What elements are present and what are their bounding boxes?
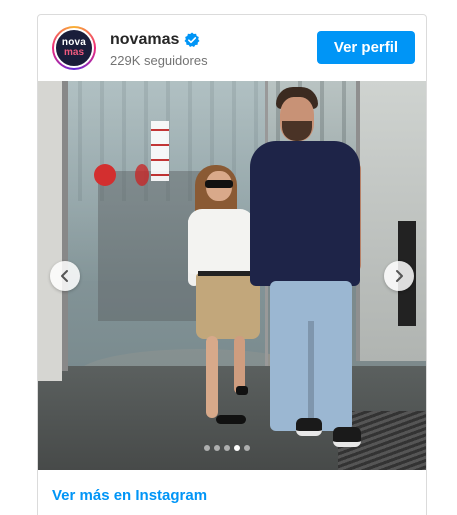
follower-count: 229K seguidores [110,53,208,68]
carousel-dot[interactable] [234,445,240,451]
carousel-dot[interactable] [244,445,250,451]
carousel-next-button[interactable] [384,261,414,291]
woman-sunglasses [205,180,233,188]
post-photo[interactable] [38,81,426,470]
woman-leg-left [206,336,218,418]
photo-door-stickers [151,121,169,181]
man-polo-shirt [250,141,360,286]
woman-shirt [188,209,254,274]
photo-door-left [38,81,62,381]
woman-belt [198,271,256,276]
chevron-left-icon [61,270,68,282]
carousel-prev-button[interactable] [50,261,80,291]
man-shoe-left [296,418,322,436]
username[interactable]: novamas [110,31,179,49]
woman-shoe-right [236,386,248,395]
man-jeans-gap [308,321,314,431]
avatar-logo: nova mas [54,28,94,68]
verified-badge-icon [184,32,200,47]
man-shoe-right [333,427,361,447]
carousel-dot[interactable] [224,445,230,451]
profile-avatar[interactable]: nova mas [52,26,96,70]
carousel-dot[interactable] [204,445,210,451]
photo-red-sign [94,164,116,186]
chevron-right-icon [396,270,403,282]
avatar-text-bottom: mas [63,47,84,58]
post-header: nova mas novamas 229K seguidores Ver per… [38,15,426,81]
woman-shoe-left [216,415,246,424]
carousel-dot[interactable] [214,445,220,451]
view-profile-button[interactable]: Ver perfil [317,31,415,64]
instagram-embed-card: nova mas novamas 229K seguidores Ver per… [37,14,427,515]
photo-right-door [356,81,426,361]
view-more-on-instagram-link[interactable]: Ver más en Instagram [52,487,207,504]
photo-red-sign-2 [135,164,149,186]
carousel-dots [204,445,250,453]
